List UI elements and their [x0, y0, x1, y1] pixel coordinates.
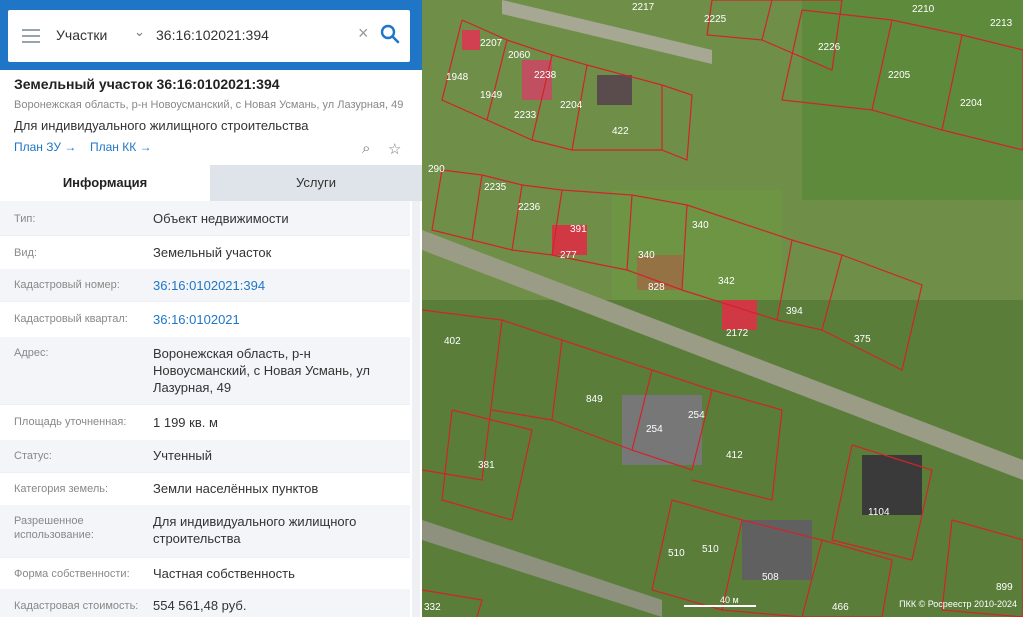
- parcel-label: 2236: [518, 202, 541, 213]
- info-label: Статус:: [14, 450, 52, 462]
- scale-bar: [684, 605, 756, 607]
- search-bar: Участки ⌄ ×: [0, 0, 422, 70]
- info-row: Адрес: Воронежская область, р-н Новоусма…: [0, 337, 410, 405]
- parcel-label: 402: [444, 336, 461, 347]
- info-row: Статус: Учтенный: [0, 440, 410, 473]
- map-copyright: ПКК © Росреестр 2010-2024: [899, 599, 1017, 609]
- info-row: Кадастровый номер: 36:16:0102021:394: [0, 269, 410, 302]
- info-row: Форма собственности: Частная собственнос…: [0, 557, 410, 590]
- map-canvas[interactable]: 2217 2225 2210 2213 2226 2205 2204 2207 …: [422, 0, 1023, 617]
- cadastral-number-link[interactable]: 36:16:0102021:394: [153, 277, 403, 294]
- tab-info[interactable]: Информация: [0, 165, 210, 201]
- parcel-address: Воронежская область, р-н Новоусманский, …: [14, 99, 404, 111]
- zoom-to-icon[interactable]: ⌕: [362, 140, 370, 157]
- info-label: Разрешенное использование:: [14, 515, 94, 541]
- parcel-label: 1104: [868, 507, 890, 518]
- parcel-label: 342: [718, 276, 735, 287]
- info-value: Земли населённых пунктов: [153, 481, 319, 496]
- parcel-label: 1949: [480, 90, 503, 101]
- parcel-label: 508: [762, 572, 779, 583]
- parcel-label: 510: [668, 548, 685, 559]
- parcel-label: 2207: [480, 38, 503, 49]
- parcel-label: 412: [726, 450, 743, 461]
- parcel-label: 394: [786, 306, 803, 317]
- parcel-use: Для индивидуального жилищного строительс…: [14, 118, 309, 133]
- cadastral-map[interactable]: 2217 2225 2210 2213 2226 2205 2204 2207 …: [422, 0, 1023, 617]
- parcel-label: 828: [648, 282, 665, 293]
- parcel-label: 2204: [560, 100, 583, 111]
- parcel-label: 254: [646, 424, 663, 435]
- parcel-label: 1948: [446, 72, 469, 83]
- parcel-label: 2235: [484, 182, 507, 193]
- search-input[interactable]: [156, 24, 356, 46]
- parcel-label: 2204: [960, 98, 983, 109]
- parcel-label: 375: [854, 334, 871, 345]
- info-row: Кадастровая стоимость: 554 561,48 руб.: [0, 589, 410, 617]
- parcel-label: 2217: [632, 2, 655, 13]
- parcel-label: 254: [688, 410, 705, 421]
- info-label: Вид:: [14, 247, 37, 259]
- info-value: Для индивидуального жилищного строительс…: [153, 514, 357, 546]
- parcel-label: 2172: [726, 328, 749, 339]
- info-panel: Участки ⌄ × Земельный участок 36:16:0102…: [0, 0, 422, 617]
- search-box: Участки ⌄ ×: [8, 10, 410, 62]
- parcel-label: 2213: [990, 18, 1013, 29]
- parcel-label: 391: [570, 224, 587, 235]
- parcel-label: 340: [638, 250, 655, 261]
- info-label: Площадь уточненная:: [14, 416, 127, 428]
- search-icon[interactable]: [380, 24, 400, 44]
- parcel-label: 2238: [534, 70, 557, 81]
- info-value: Учтенный: [153, 448, 213, 463]
- parcel-label: 899: [996, 582, 1013, 593]
- cadastral-quarter-link[interactable]: 36:16:0102021: [153, 311, 403, 328]
- parcel-label: 849: [586, 394, 603, 405]
- parcel-label: 290: [428, 164, 445, 175]
- tabs: Информация Услуги: [0, 165, 422, 201]
- info-value: 554 561,48 руб.: [153, 598, 247, 613]
- menu-icon[interactable]: [22, 29, 40, 43]
- parcel-label: 2226: [818, 42, 841, 53]
- info-value: Земельный участок: [153, 245, 272, 260]
- info-row: Категория земель: Земли населённых пункт…: [0, 472, 410, 506]
- info-value: Частная собственность: [153, 566, 295, 581]
- info-label: Форма собственности:: [14, 568, 130, 580]
- info-row: Вид: Земельный участок: [0, 235, 410, 270]
- plan-kk-link[interactable]: План КК →: [90, 140, 152, 154]
- info-row: Кадастровый квартал: 36:16:0102021: [0, 301, 410, 338]
- info-label: Кадастровый номер:: [14, 279, 120, 291]
- chevron-down-icon[interactable]: ⌄: [134, 24, 145, 40]
- parcel-label: 2225: [704, 14, 727, 25]
- layer-select[interactable]: Участки: [56, 27, 107, 43]
- info-row: Тип: Объект недвижимости: [0, 201, 410, 236]
- parcel-label: 381: [478, 460, 495, 471]
- info-label: Адрес:: [14, 347, 49, 359]
- info-label: Кадастровый квартал:: [14, 313, 128, 325]
- parcel-label: 466: [832, 602, 849, 613]
- info-value: Воронежская область, р-н Новоусманский, …: [153, 346, 371, 395]
- parcel-label: 332: [424, 602, 441, 613]
- parcel-label: 2060: [508, 50, 531, 61]
- plan-zu-link[interactable]: План ЗУ →: [14, 140, 76, 154]
- star-icon[interactable]: ☆: [388, 140, 401, 158]
- close-icon[interactable]: ×: [358, 23, 369, 44]
- parcel-title: Земельный участок 36:16:0102021:394: [14, 76, 280, 92]
- info-label: Тип:: [14, 213, 36, 225]
- info-label: Кадастровая стоимость:: [14, 600, 139, 612]
- info-row: Разрешенное использование: Для индивидуа…: [0, 505, 410, 558]
- info-row: Площадь уточненная: 1 199 кв. м: [0, 404, 410, 441]
- parcel-label: 2205: [888, 70, 911, 81]
- parcel-label: 422: [612, 126, 629, 137]
- scrollbar[interactable]: [412, 201, 420, 617]
- info-value: Объект недвижимости: [153, 211, 289, 226]
- parcel-label: 2233: [514, 110, 537, 121]
- scale-label: 40 м: [720, 595, 739, 605]
- parcel-label: 2210: [912, 4, 935, 15]
- info-label: Категория земель:: [14, 483, 109, 495]
- parcel-label: 510: [702, 544, 719, 555]
- parcel-label: 340: [692, 220, 709, 231]
- info-value: 1 199 кв. м: [153, 415, 218, 430]
- parcel-label: 277: [560, 250, 577, 261]
- tab-services[interactable]: Услуги: [210, 165, 422, 201]
